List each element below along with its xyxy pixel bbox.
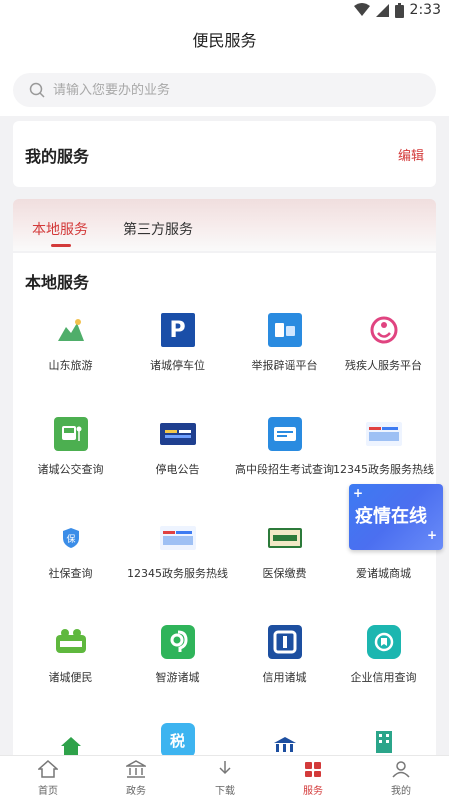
service-label: 高中段招生考试查询 <box>235 463 334 476</box>
service-label: 诸城便民 <box>48 671 93 684</box>
hotline-icon <box>365 422 402 446</box>
service-label: 爱诸城商城 <box>356 567 411 580</box>
nav-label: 下载 <box>215 786 235 797</box>
nav-label: 服务 <box>303 786 323 797</box>
exam-query-icon <box>267 417 302 451</box>
header: 便民服务 <box>0 24 449 60</box>
service-item-exam-query[interactable]: 高中段招生考试查询 <box>232 417 337 507</box>
service-label: 12345政务服务热线 <box>127 567 228 580</box>
service-item-power-notice[interactable]: 停电公告 <box>125 417 230 507</box>
service-label: 残疾人服务平台 <box>345 359 422 372</box>
service-item-disability[interactable]: 残疾人服务平台 <box>331 313 436 403</box>
epidemic-online-badge[interactable]: 疫情在线 + + <box>349 484 443 550</box>
service-label: 诸城公交查询 <box>37 463 104 476</box>
medical-insurance-icon <box>267 528 302 548</box>
tab-local-services[interactable]: 本地服务 <box>32 219 88 239</box>
service-icon <box>305 762 321 777</box>
nav-home[interactable]: 首页 <box>18 760 78 797</box>
service-label: 智游诸城 <box>155 671 200 684</box>
search-bar <box>0 60 449 116</box>
service-label: 信用诸城 <box>262 671 307 684</box>
service-label: 企业信用查询 <box>350 671 417 684</box>
service-item-social-security[interactable]: 保 社保查询 <box>18 521 123 611</box>
status-bar: 2:33 <box>0 0 449 24</box>
home-icon <box>38 760 58 778</box>
tax-icon: 税 <box>160 723 195 757</box>
nav-label: 我的 <box>391 786 411 797</box>
edit-button[interactable]: 编辑 <box>398 145 424 164</box>
nav-user[interactable]: 我的 <box>371 760 431 797</box>
enterprise-credit-icon <box>366 625 401 659</box>
disability-icon <box>367 313 401 347</box>
report-icon <box>267 313 302 347</box>
search-box[interactable] <box>13 73 436 107</box>
hotline-icon <box>159 526 196 550</box>
nav-label: 政务 <box>126 786 146 797</box>
bus-icon <box>53 417 88 451</box>
service-item-medical-insurance[interactable]: 医保缴费 <box>232 521 337 611</box>
service-label: 12345政务服务热线 <box>333 463 434 476</box>
mountain-icon <box>54 313 88 347</box>
epidemic-online-text: 疫情在线 <box>355 506 427 527</box>
svg-text:保: 保 <box>66 533 75 545</box>
service-label: 举报辟谣平台 <box>251 359 318 372</box>
my-services-title: 我的服务 <box>25 147 90 166</box>
nav-service[interactable]: 服务 <box>283 760 343 797</box>
social-security-icon: 保 <box>54 521 88 555</box>
plus-icon: + <box>353 486 364 500</box>
parking-icon: P <box>160 313 195 347</box>
service-label: 社保查询 <box>48 567 93 580</box>
my-services-card: 我的服务 编辑 <box>13 121 436 187</box>
nav-label: 首页 <box>38 786 58 797</box>
service-tabs: 本地服务 第三方服务 <box>13 199 436 251</box>
service-item-hotline-2[interactable]: 12345政务服务热线 <box>125 521 230 611</box>
active-tab-indicator <box>51 244 71 247</box>
service-label: 诸城停车位 <box>150 359 205 372</box>
building-icon <box>367 723 401 757</box>
search-icon <box>29 82 45 98</box>
service-label: 医保缴费 <box>262 567 307 580</box>
service-label: 山东旅游 <box>48 359 93 372</box>
convenience-icon <box>54 625 88 659</box>
service-item-enterprise-credit[interactable]: 企业信用查询 <box>331 625 436 715</box>
page-title: 便民服务 <box>192 31 257 50</box>
signal-icon <box>375 4 389 17</box>
government-icon <box>126 760 146 778</box>
service-label: 停电公告 <box>155 463 200 476</box>
credit-icon <box>267 625 302 659</box>
download-icon <box>219 761 231 775</box>
service-item-bus[interactable]: 诸城公交查询 <box>18 417 123 507</box>
battery-icon <box>394 2 404 18</box>
service-item-credit[interactable]: 信用诸城 <box>232 625 337 715</box>
nav-government[interactable]: 政务 <box>106 760 166 797</box>
user-icon <box>392 761 410 778</box>
smart-travel-icon <box>160 625 195 659</box>
service-item-shandong-travel[interactable]: 山东旅游 <box>18 313 123 403</box>
service-item-convenience[interactable]: 诸城便民 <box>18 625 123 715</box>
service-item-parking[interactable]: P 诸城停车位 <box>125 313 230 403</box>
local-services-title: 本地服务 <box>25 273 90 292</box>
service-item-report-rumor[interactable]: 举报辟谣平台 <box>232 313 337 403</box>
power-notice-icon <box>159 423 196 445</box>
search-input[interactable] <box>53 82 393 98</box>
bottom-nav: 首页 政务 下载 服务 我的 <box>0 755 449 800</box>
service-item-smart-travel[interactable]: 智游诸城 <box>125 625 230 715</box>
status-time: 2:33 <box>409 2 441 18</box>
tab-third-party-services[interactable]: 第三方服务 <box>123 219 193 239</box>
wifi-icon <box>353 3 370 16</box>
nav-download[interactable]: 下载 <box>195 760 255 797</box>
plus-icon: + <box>426 528 437 542</box>
